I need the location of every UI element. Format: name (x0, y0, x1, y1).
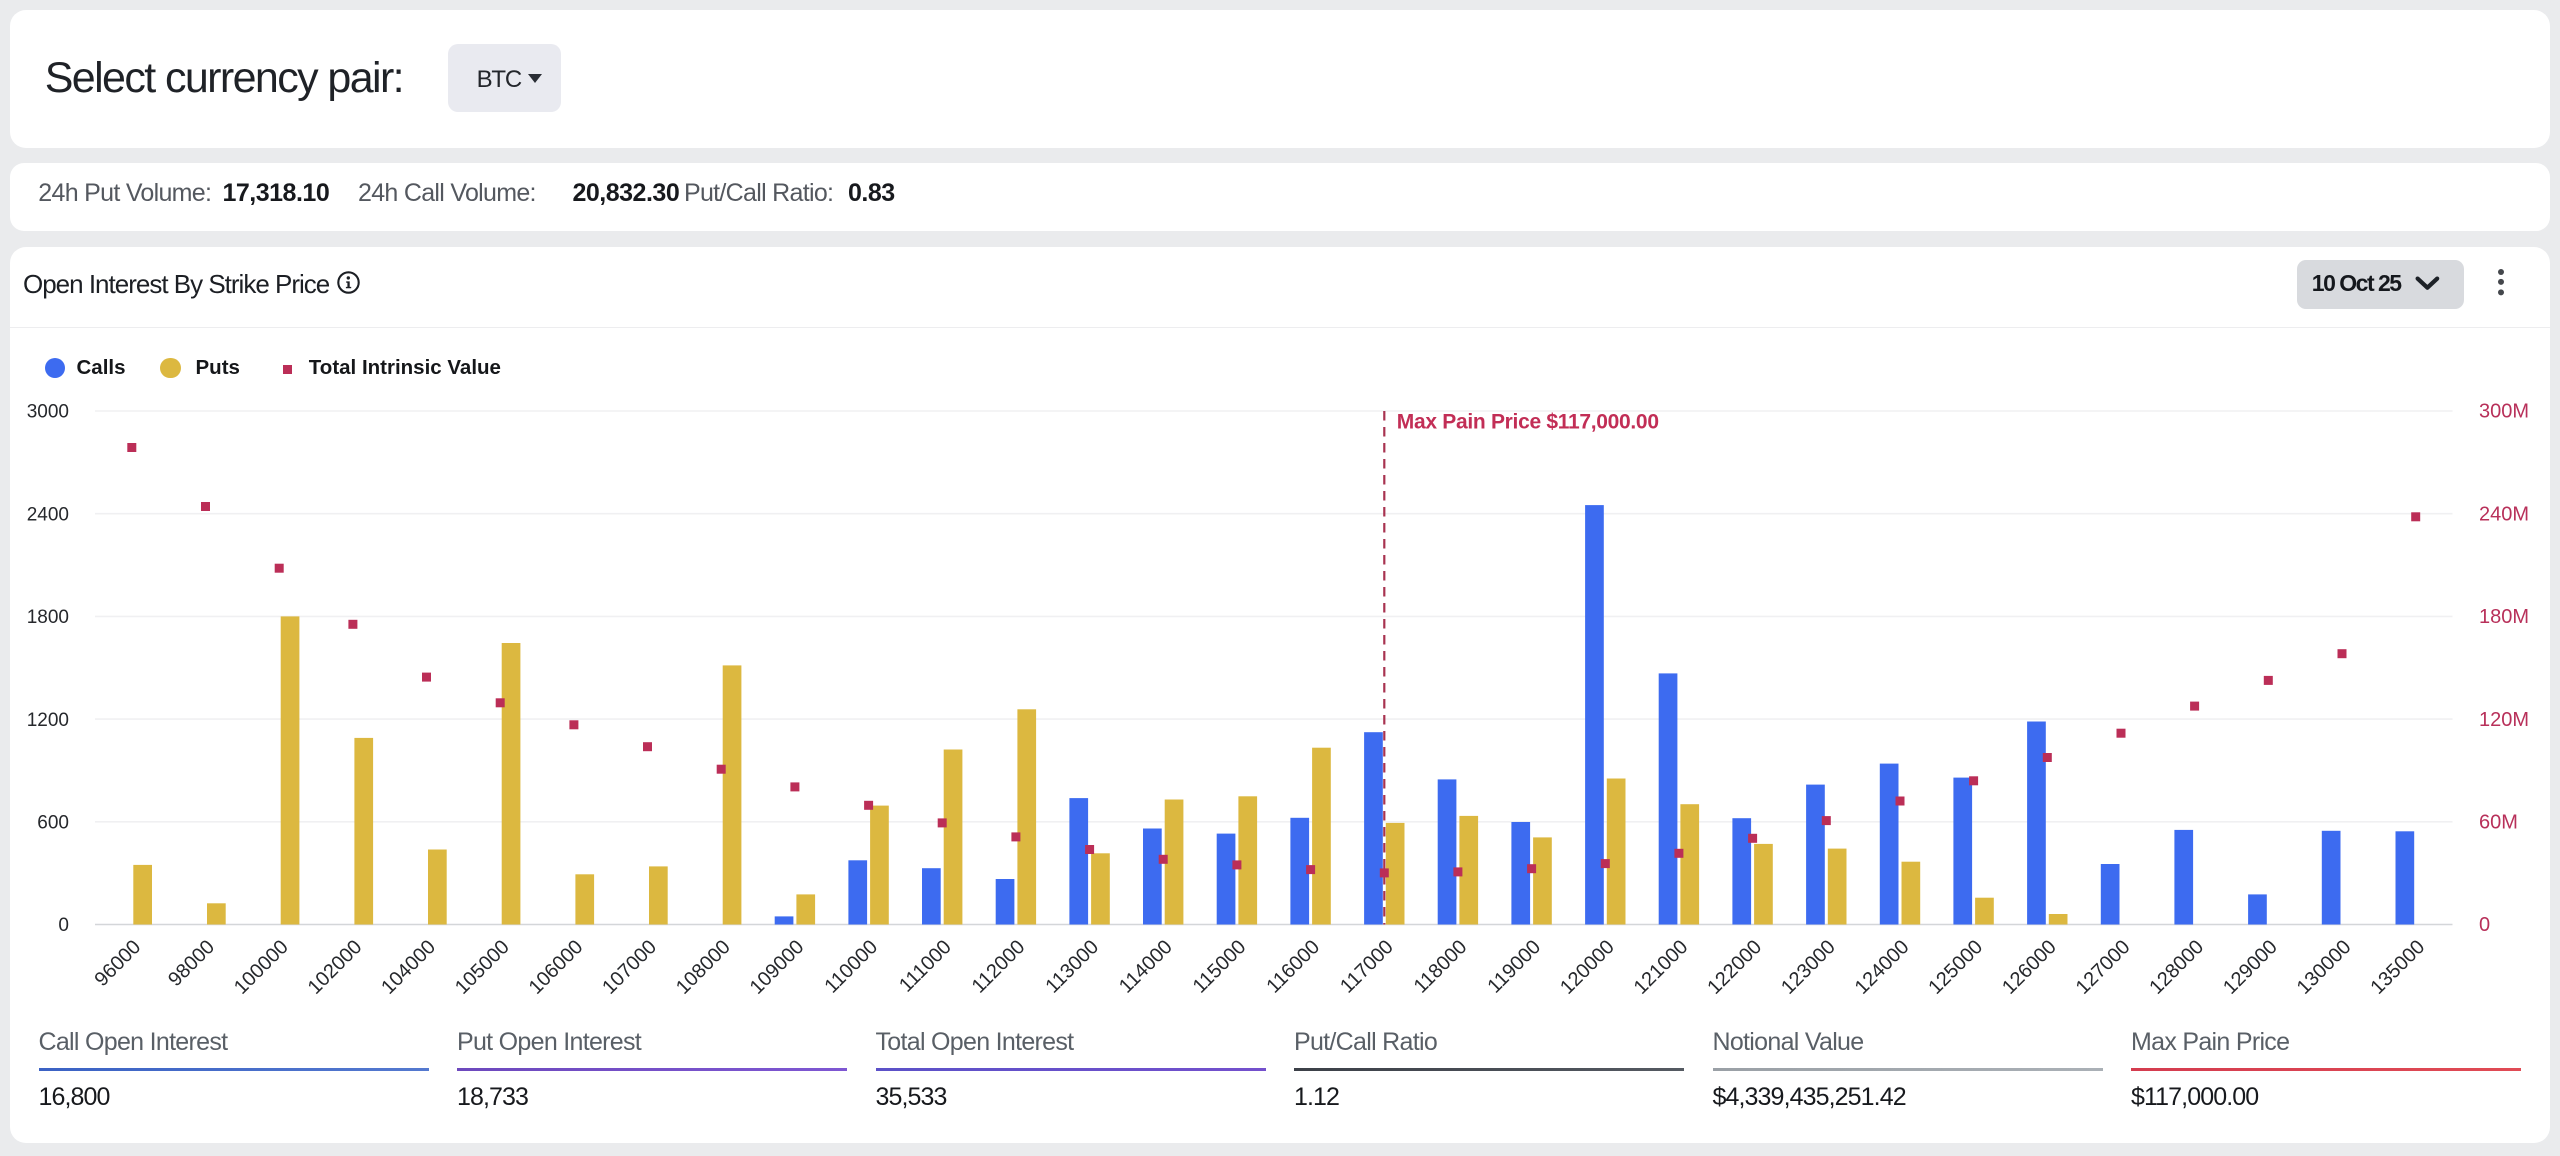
svg-text:129000: 129000 (2219, 936, 2282, 999)
svg-text:121000: 121000 (1630, 936, 1693, 999)
svg-text:123000: 123000 (1777, 936, 1840, 999)
svg-text:126000: 126000 (1998, 936, 2061, 999)
svg-text:114000: 114000 (1115, 936, 1177, 998)
svg-text:2400: 2400 (27, 504, 69, 525)
svg-text:Max Pain Price $117,000.00: Max Pain Price $117,000.00 (1397, 411, 1659, 434)
svg-text:108000: 108000 (672, 936, 735, 999)
svg-text:130000: 130000 (2293, 936, 2356, 999)
svg-text:107000: 107000 (598, 936, 661, 999)
svg-text:180M: 180M (2479, 606, 2529, 628)
svg-text:115000: 115000 (1189, 936, 1251, 998)
svg-text:120M: 120M (2479, 709, 2529, 731)
svg-text:111000: 111000 (895, 936, 956, 997)
svg-text:135000: 135000 (2366, 936, 2429, 999)
svg-text:102000: 102000 (304, 936, 367, 999)
svg-text:240M: 240M (2479, 503, 2529, 525)
svg-text:117000: 117000 (1336, 936, 1398, 998)
svg-text:60M: 60M (2479, 812, 2518, 834)
svg-text:119000: 119000 (1483, 936, 1545, 998)
svg-text:3000: 3000 (27, 402, 69, 423)
svg-text:122000: 122000 (1703, 936, 1766, 999)
svg-text:0: 0 (2479, 914, 2490, 936)
svg-text:110000: 110000 (820, 936, 882, 998)
svg-text:600: 600 (37, 813, 69, 834)
svg-text:116000: 116000 (1262, 936, 1324, 998)
svg-text:105000: 105000 (451, 936, 514, 999)
svg-text:113000: 113000 (1041, 936, 1103, 998)
svg-text:1800: 1800 (27, 607, 69, 628)
svg-text:300M: 300M (2479, 401, 2529, 423)
svg-text:128000: 128000 (2145, 936, 2208, 999)
svg-text:1200: 1200 (27, 710, 69, 731)
svg-text:120000: 120000 (1556, 936, 1619, 999)
svg-text:124000: 124000 (1851, 936, 1914, 999)
svg-text:125000: 125000 (1924, 936, 1987, 999)
svg-text:112000: 112000 (968, 936, 1030, 998)
svg-text:0: 0 (58, 915, 69, 936)
svg-text:106000: 106000 (525, 936, 588, 999)
svg-text:100000: 100000 (230, 936, 293, 999)
svg-text:98000: 98000 (164, 936, 219, 991)
svg-text:127000: 127000 (2072, 936, 2135, 999)
svg-text:96000: 96000 (90, 936, 145, 991)
svg-text:109000: 109000 (746, 936, 809, 999)
svg-text:118000: 118000 (1410, 936, 1472, 998)
svg-text:104000: 104000 (377, 936, 440, 999)
